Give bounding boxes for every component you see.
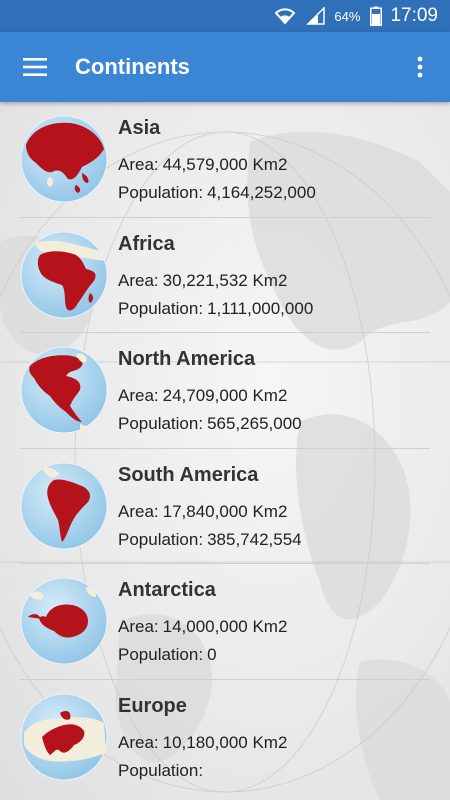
europe-globe-icon	[20, 693, 108, 781]
more-vertical-icon	[417, 56, 423, 78]
africa-globe-icon	[20, 231, 108, 319]
continent-list: Asia Area: 44,579,000 Km2 Population: 4,16…	[0, 102, 450, 795]
list-item-africa[interactable]: Africa Area: 30,221,532 Km2 Population: 1,…	[20, 218, 430, 333]
continent-population: Population: 1,111,000,000	[118, 298, 314, 318]
battery-icon	[370, 6, 383, 26]
north-america-globe-icon	[20, 346, 108, 434]
antarctica-globe-icon	[20, 577, 108, 665]
list-item-asia[interactable]: Asia Area: 44,579,000 Km2 Population: 4,16…	[20, 102, 430, 218]
wifi-icon	[274, 7, 296, 25]
list-item-north-america[interactable]: North America Area: 24,709,000 Km2 Popula…	[20, 333, 430, 449]
continent-area: Area: 17,840,000 Km2	[118, 501, 288, 521]
list-item-antarctica[interactable]: Antarctica Area: 14,000,000 Km2 Populatio…	[20, 564, 430, 680]
signal-icon	[306, 7, 326, 25]
continent-name: Antarctica	[118, 579, 216, 602]
list-item-europe[interactable]: Europe Area: 10,180,000 Km2 Population:	[20, 680, 430, 796]
hamburger-menu-icon	[23, 58, 47, 76]
continent-name: Africa	[118, 232, 175, 255]
asia-globe-icon	[20, 115, 108, 203]
continent-population: Population:	[118, 761, 204, 781]
continent-area: Area: 30,221,532 Km2	[118, 270, 288, 290]
continent-name: Asia	[118, 117, 161, 140]
continent-population: Population: 385,742,554	[118, 529, 302, 549]
clock: 17:09	[390, 5, 438, 26]
app-bar: Continents	[0, 32, 450, 102]
continent-area: Area: 14,000,000 Km2	[118, 617, 288, 637]
menu-button[interactable]	[0, 32, 70, 102]
south-america-globe-icon	[20, 462, 108, 550]
continent-population: Population: 565,265,000	[118, 414, 302, 434]
overflow-menu-button[interactable]	[400, 32, 440, 102]
continent-name: North America	[118, 348, 256, 371]
list-item-south-america[interactable]: South America Area: 17,840,000 Km2 Popula…	[20, 449, 430, 564]
continent-list-screen[interactable]: Asia Area: 44,579,000 Km2 Population: 4,16…	[0, 102, 450, 800]
continent-area: Area: 10,180,000 Km2	[118, 733, 288, 753]
battery-percentage: 64%	[334, 8, 361, 24]
continent-area: Area: 44,579,000 Km2	[118, 155, 288, 175]
continent-name: Europe	[118, 695, 187, 718]
continent-population: Population: 4,164,252,000	[118, 183, 316, 203]
continent-area: Area: 24,709,000 Km2	[118, 386, 288, 406]
status-bar: 64% 17:09	[0, 0, 450, 32]
continent-name: South America	[118, 463, 259, 486]
page-title: Continents	[75, 54, 190, 79]
continent-population: Population: 0	[118, 645, 217, 665]
